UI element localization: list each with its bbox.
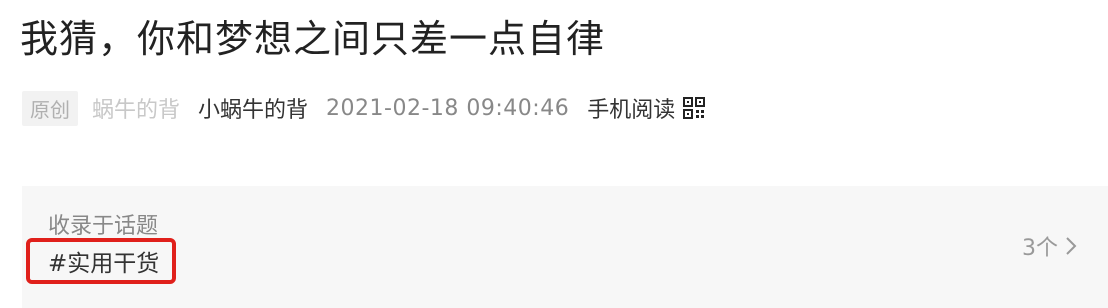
- article-header: 我猜，你和梦想之间只差一点自律 原创 蜗牛的背 小蜗牛的背 2021-02-18…: [0, 0, 1108, 308]
- account-name[interactable]: 蜗牛的背: [92, 92, 180, 124]
- topic-count-link[interactable]: 3个: [1022, 230, 1078, 262]
- topic-card[interactable]: 收录于话题 #实用干货 3个: [22, 186, 1108, 308]
- publish-datetime: 2021-02-18 09:40:46: [326, 95, 570, 121]
- chevron-right-icon: [1066, 237, 1077, 255]
- article-meta: 原创 蜗牛的背 小蜗牛的背 2021-02-18 09:40:46 手机阅读: [22, 88, 706, 128]
- original-badge: 原创: [22, 90, 78, 126]
- read-on-phone-button[interactable]: 手机阅读: [587, 92, 706, 124]
- read-on-phone-label: 手机阅读: [587, 98, 676, 123]
- qr-code-icon: [683, 97, 706, 119]
- article-title: 我猜，你和梦想之间只差一点自律: [20, 17, 606, 61]
- author-name: 小蜗牛的背: [198, 98, 309, 123]
- topic-count: 3个: [1022, 236, 1058, 261]
- topic-tag-highlight[interactable]: #实用干货: [26, 238, 176, 284]
- topic-tag[interactable]: #实用干货: [48, 244, 159, 278]
- topic-caption: 收录于话题: [48, 214, 159, 239]
